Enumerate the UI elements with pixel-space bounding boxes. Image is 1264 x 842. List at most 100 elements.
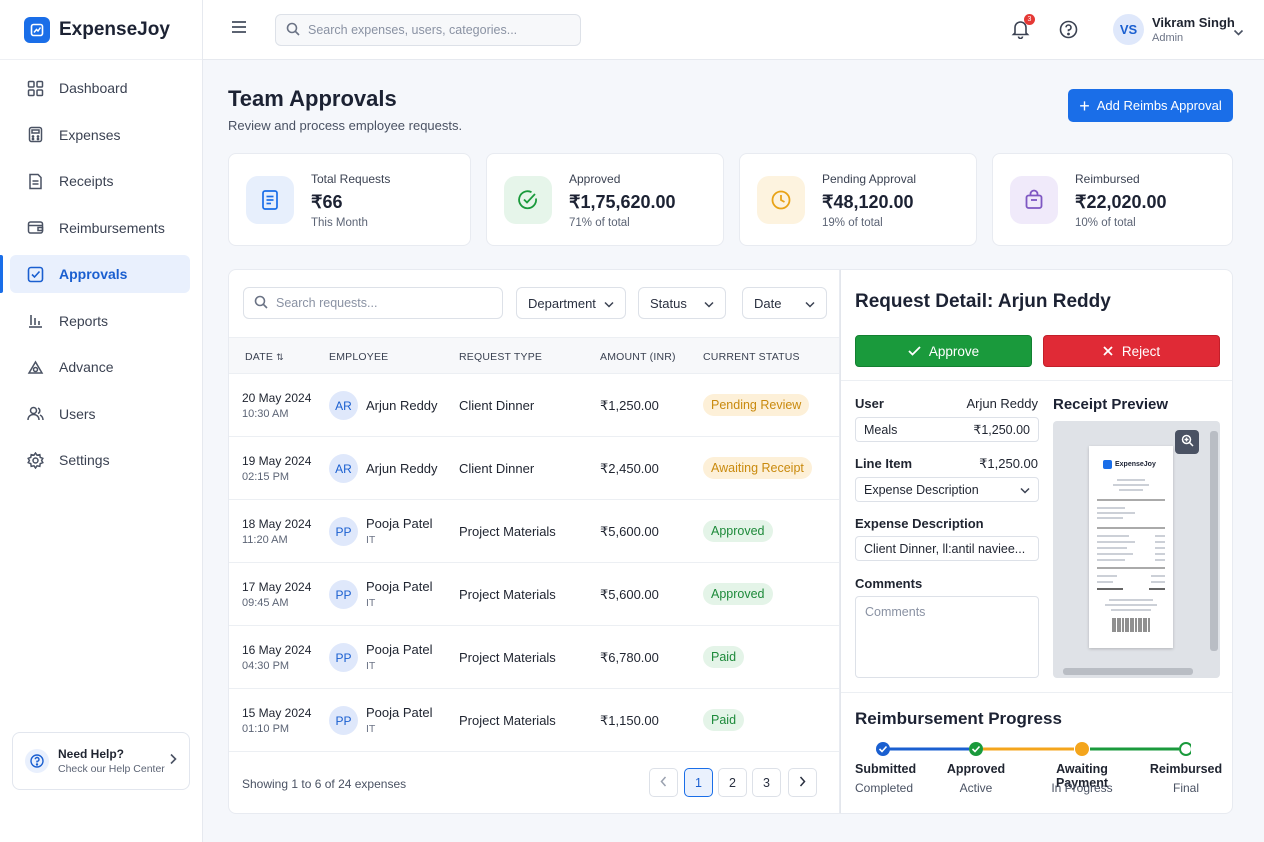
help-center-card[interactable]: Need Help? Check our Help Center [12,732,190,790]
approve-button[interactable]: Approve [855,335,1032,367]
column-header-status: CURRENT STATUS [703,351,800,363]
row-time: 11:20 AM [242,534,288,546]
row-date: 20 May 2024 [242,391,312,405]
table-search [243,287,503,319]
table-row[interactable]: 15 May 2024 01:10 PM PP Pooja Patel IT P… [229,689,839,752]
status-badge: Paid [703,709,745,731]
sidebar-item-approvals[interactable]: Approvals [0,255,190,293]
global-search-input[interactable] [308,23,568,37]
check-icon [908,344,921,359]
sidebar-item-reimbursements[interactable]: Reimbursements [10,209,190,247]
sidebar-item-reports[interactable]: Reports [10,302,190,340]
bar-chart-icon [26,312,44,330]
table-row[interactable]: 18 May 2024 11:20 AM PP Pooja Patel IT P… [229,500,839,563]
request-type: Project Materials [459,587,556,602]
help-circle-icon[interactable] [1059,20,1078,42]
vertical-scrollbar[interactable] [1210,431,1218,651]
reject-button[interactable]: Reject [1043,335,1220,367]
line-item-label: Line Item [855,456,913,471]
search-icon [286,22,300,39]
add-approval-button[interactable]: + Add Reimbs Approval [1068,89,1233,122]
comments-textarea[interactable] [855,596,1039,678]
horizontal-scrollbar[interactable] [1063,668,1193,675]
wallet-icon [26,219,44,237]
sidebar-item-settings[interactable]: Settings [10,441,190,479]
sidebar-item-label: Approvals [59,266,128,282]
sidebar-item-expenses[interactable]: Expenses [10,116,190,154]
row-time: 01:10 PM [242,723,290,735]
pagination-page-1[interactable]: 1 [684,768,713,797]
stat-card-reimbursed: Reimbursed ₹22,020.00 10% of total [992,153,1233,246]
line-item-select[interactable]: Expense Description [855,477,1039,502]
stat-note: This Month [311,217,368,229]
employee-department: IT [366,723,376,735]
global-search [275,14,581,46]
bell-icon [1011,21,1030,42]
document-icon [246,176,294,224]
request-type: Project Materials [459,713,556,728]
request-amount: ₹2,450.00 [600,461,659,476]
notifications-button[interactable]: 3 [1011,14,1035,42]
step-label: Submitted [855,762,917,776]
category-field[interactable]: Meals ₹1,250.00 [855,417,1039,442]
pagination-page-2[interactable]: 2 [718,768,747,797]
employee-name: Pooja Patel [366,579,433,594]
chevron-down-icon[interactable] [1233,25,1244,40]
category-amount: ₹1,250.00 [973,423,1030,437]
sidebar-item-users[interactable]: Users [10,395,190,433]
table-row[interactable]: 16 May 2024 04:30 PM PP Pooja Patel IT P… [229,626,839,689]
filter-department[interactable]: Department [516,287,626,319]
request-amount: ₹1,250.00 [600,398,659,413]
comments-label: Comments [855,576,923,591]
request-type: Project Materials [459,524,556,539]
chevron-right-icon [799,776,806,790]
table-search-input[interactable] [276,296,496,310]
step-sub: Final [1172,781,1199,795]
step-approved-icon [969,742,983,756]
step-sub: Completed [855,781,914,795]
chevron-down-icon [704,296,714,311]
search-icon [254,295,268,312]
brand-name: ExpenseJoy [59,18,170,40]
column-header-date[interactable]: DATE ⇅ [245,351,284,363]
grid-icon [26,79,44,97]
pagination-page-3[interactable]: 3 [752,768,781,797]
pagination-next-button[interactable] [788,768,817,797]
brand[interactable]: ExpenseJoy [0,0,202,60]
calculator-icon [26,126,44,144]
filter-date[interactable]: Date [742,287,827,319]
step-label: Reimbursed [1149,762,1223,776]
page-subtitle: Review and process employee requests. [228,118,463,133]
sidebar-item-label: Reports [59,312,109,329]
receipt-preview[interactable]: ExpenseJoy [1053,421,1220,678]
pagination-prev-button[interactable] [649,768,678,797]
sidebar-item-dashboard[interactable]: Dashboard [10,69,190,107]
employee-name: Arjun Reddy [366,461,438,476]
row-date: 16 May 2024 [242,643,312,657]
expense-description-value: Client Dinner, ll:antil naviee... [864,541,1026,556]
request-detail-panel: Request Detail: Arjun Reddy Approve Reje… [840,269,1233,814]
user-name[interactable]: Vikram Singh [1152,15,1235,30]
filter-label: Date [754,295,782,311]
sidebar-item-advance[interactable]: Advance [10,348,190,386]
stat-value: ₹1,75,620.00 [569,192,676,212]
table-row[interactable]: 19 May 2024 02:15 PM AR Arjun Reddy Clie… [229,437,839,500]
expense-description-field[interactable]: Client Dinner, ll:antil naviee... [855,536,1039,561]
employee-department: IT [366,534,376,546]
request-detail-title: Request Detail: Arjun Reddy [855,291,1111,312]
sidebar: ExpenseJoy Dashboard Expenses Receipts R… [0,0,203,842]
reimbursement-progress-title: Reimbursement Progress [855,709,1062,728]
employee-avatar: AR [329,454,358,483]
close-icon [1103,344,1113,359]
filter-status[interactable]: Status [638,287,726,319]
user-avatar[interactable]: VS [1113,14,1144,45]
pagination-summary: Showing 1 to 6 of 24 expenses [242,777,407,791]
divider [841,692,1232,693]
plus-icon: + [1079,95,1090,116]
sidebar-item-receipts[interactable]: Receipts [10,162,190,200]
employee-name: Arjun Reddy [366,398,438,413]
table-row[interactable]: 20 May 2024 10:30 AM AR Arjun Reddy Clie… [229,374,839,437]
table-row[interactable]: 17 May 2024 09:45 AM PP Pooja Patel IT P… [229,563,839,626]
zoom-in-button[interactable] [1175,430,1199,454]
hamburger-menu-icon[interactable] [231,20,247,37]
